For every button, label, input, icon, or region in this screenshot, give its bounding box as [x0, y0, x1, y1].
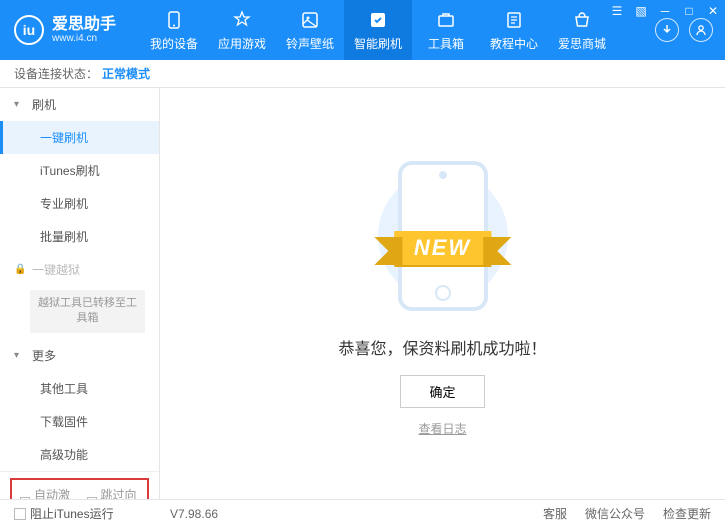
- view-log-link[interactable]: 查看日志: [418, 420, 466, 437]
- sidebar: ▾ 刷机 一键刷机iTunes刷机专业刷机批量刷机 🔒 一键越狱 越狱工具已转移…: [0, 88, 160, 499]
- footer-link-0[interactable]: 客服: [543, 505, 567, 522]
- topnav-icon: [231, 9, 253, 31]
- new-ribbon: NEW: [394, 231, 491, 265]
- topnav-item-4[interactable]: 工具箱: [412, 0, 480, 60]
- device-status-bar: 设备连接状态： 正常模式: [0, 60, 725, 88]
- success-message: 恭喜您，保资料刷机成功啦！: [338, 335, 546, 359]
- sidebar-item-flash-0[interactable]: 一键刷机: [0, 121, 159, 154]
- top-nav: 我的设备应用游戏铃声壁纸智能刷机工具箱教程中心爱思商城: [140, 0, 655, 60]
- topnav-icon: [503, 9, 525, 31]
- menu-icon[interactable]: ☰: [605, 4, 629, 18]
- footer-link-1[interactable]: 微信公众号: [585, 505, 645, 522]
- ok-button[interactable]: 确定: [400, 375, 484, 408]
- brand-logo-icon: iu: [14, 15, 44, 45]
- minimize-icon[interactable]: －: [653, 3, 677, 20]
- sidebar-section-more[interactable]: ▾ 更多: [0, 339, 159, 372]
- jailbreak-note: 越狱工具已转移至工具箱: [30, 290, 145, 333]
- lock-icon: 🔒: [14, 264, 28, 275]
- topnav-item-0[interactable]: 我的设备: [140, 0, 208, 60]
- topnav-item-1[interactable]: 应用游戏: [208, 0, 276, 60]
- main-content: NEW 恭喜您，保资料刷机成功啦！ 确定 查看日志: [160, 88, 725, 499]
- block-itunes-checkbox[interactable]: 阻止iTunes运行: [14, 505, 114, 522]
- topnav-icon: [435, 9, 457, 31]
- footer-link-2[interactable]: 检查更新: [663, 505, 711, 522]
- activation-options-highlight: 自动激活 跳过向导: [10, 478, 149, 499]
- status-prefix: 设备连接状态：: [14, 65, 98, 82]
- topnav-item-3[interactable]: 智能刷机: [344, 0, 412, 60]
- sidebar-section-jailbreak-label: 一键越狱: [32, 261, 80, 278]
- sidebar-item-flash-2[interactable]: 专业刷机: [0, 187, 159, 220]
- topnav-icon: [299, 9, 321, 31]
- auto-activate-checkbox[interactable]: 自动激活: [20, 486, 73, 499]
- sidebar-section-flash[interactable]: ▾ 刷机: [0, 88, 159, 121]
- topnav-icon: [367, 9, 389, 31]
- skin-icon[interactable]: ▧: [629, 4, 653, 18]
- sidebar-item-more-1[interactable]: 下载固件: [0, 405, 159, 438]
- sidebar-section-flash-label: 刷机: [32, 96, 56, 113]
- maximize-icon[interactable]: □: [677, 4, 701, 18]
- brand-url: www.i4.cn: [52, 33, 116, 44]
- sidebar-section-jailbreak: 🔒 一键越狱: [0, 253, 159, 286]
- success-illustration: NEW: [353, 151, 533, 321]
- collapse-icon: ▾: [14, 350, 28, 361]
- sidebar-item-more-0[interactable]: 其他工具: [0, 372, 159, 405]
- topnav-item-5[interactable]: 教程中心: [480, 0, 548, 60]
- close-icon[interactable]: ✕: [701, 4, 725, 18]
- sidebar-section-more-label: 更多: [32, 347, 56, 364]
- topnav-icon: [571, 9, 593, 31]
- skip-setup-checkbox[interactable]: 跳过向导: [87, 486, 140, 499]
- brand: iu 爱思助手 www.i4.cn: [0, 0, 140, 60]
- collapse-icon: ▾: [14, 99, 28, 110]
- sidebar-item-flash-3[interactable]: 批量刷机: [0, 220, 159, 253]
- brand-name: 爱思助手: [52, 16, 116, 34]
- topnav-item-2[interactable]: 铃声壁纸: [276, 0, 344, 60]
- status-mode: 正常模式: [102, 65, 150, 82]
- sidebar-item-flash-1[interactable]: iTunes刷机: [0, 154, 159, 187]
- title-bar: iu 爱思助手 www.i4.cn 我的设备应用游戏铃声壁纸智能刷机工具箱教程中…: [0, 0, 725, 60]
- footer: 阻止iTunes运行 V7.98.66 客服 微信公众号 检查更新: [0, 499, 725, 527]
- window-controls: ☰ ▧ － □ ✕: [605, 0, 725, 22]
- topnav-icon: [163, 9, 185, 31]
- sidebar-item-more-2[interactable]: 高级功能: [0, 438, 159, 471]
- version-label: V7.98.66: [170, 507, 218, 521]
